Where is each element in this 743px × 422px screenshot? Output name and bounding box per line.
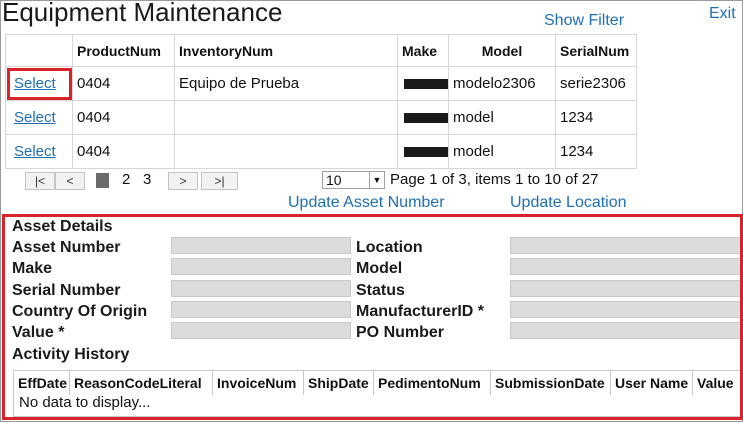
model-field[interactable] (510, 258, 740, 275)
page-size-select[interactable]: 10 ▼ (322, 171, 385, 189)
page-3-link[interactable]: 3 (143, 171, 151, 188)
make-redacted-bar (404, 147, 448, 158)
country-of-origin-field[interactable] (171, 301, 351, 318)
col-header-effdate[interactable]: EffDate (14, 371, 70, 395)
pager: |< < 1 2 3 > >| 10 ▼ Page 1 of 3, items … (5, 170, 638, 191)
location-label: Location (356, 239, 423, 256)
update-asset-number-link[interactable]: Update Asset Number (288, 194, 445, 212)
col-header-inventorynum[interactable]: InventoryNum (174, 34, 398, 67)
inventorynum-cell (174, 100, 398, 135)
make-redacted-bar (404, 79, 448, 90)
serialnum-cell: serie2306 (555, 66, 637, 101)
page-title: Equipment Maintenance (2, 0, 283, 27)
activity-history-heading: Activity History (12, 346, 130, 363)
no-data-message: No data to display... (19, 394, 151, 411)
serial-number-label: Serial Number (12, 282, 121, 299)
col-header-productnum[interactable]: ProductNum (72, 34, 175, 67)
serialnum-cell: 1234 (555, 100, 637, 135)
col-header-username[interactable]: User Name (611, 371, 693, 395)
status-field[interactable] (510, 280, 740, 297)
asset-details-heading: Asset Details (12, 218, 113, 235)
col-header-invoicenum[interactable]: InvoiceNum (213, 371, 304, 395)
po-number-field[interactable] (510, 322, 740, 339)
col-header-serialnum[interactable]: SerialNum (555, 34, 637, 67)
model-cell: model (448, 134, 556, 169)
model-cell: modelo2306 (448, 66, 556, 101)
update-location-link[interactable]: Update Location (510, 194, 627, 212)
country-of-origin-label: Country Of Origin (12, 303, 148, 320)
col-header-reasoncodeliteral[interactable]: ReasonCodeLiteral (70, 371, 213, 395)
asset-number-label: Asset Number (12, 239, 121, 256)
productnum-cell: 0404 (72, 66, 175, 101)
col-header-shipdate[interactable]: ShipDate (304, 371, 374, 395)
location-field[interactable] (510, 237, 740, 254)
manufacturer-id-field[interactable] (510, 301, 740, 318)
model-label: Model (356, 260, 403, 277)
select-link[interactable]: Select (14, 109, 56, 126)
inventorynum-cell (174, 134, 398, 169)
value-label: Value * (12, 324, 65, 341)
serialnum-cell: 1234 (555, 134, 637, 169)
pager-info: Page 1 of 3, items 1 to 10 of 27 (390, 171, 599, 188)
col-header-value[interactable]: Value (693, 371, 740, 395)
equipment-grid: ProductNum InventoryNum Make Model Seria… (5, 34, 637, 169)
select-cell: Select (5, 66, 73, 101)
manufacturer-id-label: ManufacturerID * (356, 303, 485, 320)
col-header-pedimentonum[interactable]: PedimentoNum (374, 371, 491, 395)
table-row: Select 0404 model 1234 (5, 100, 637, 135)
make-redacted-bar (404, 113, 448, 124)
first-page-button[interactable]: |< (25, 172, 55, 190)
exit-link[interactable]: Exit (709, 5, 736, 23)
select-cell: Select (5, 100, 73, 135)
col-header-submissiondate[interactable]: SubmissionDate (491, 371, 611, 395)
make-label: Make (12, 260, 53, 277)
show-filter-link[interactable]: Show Filter (544, 12, 624, 30)
col-header-select (5, 34, 73, 67)
value-field[interactable] (171, 322, 351, 339)
activity-history-header-row: EffDate ReasonCodeLiteral InvoiceNum Shi… (14, 371, 740, 395)
make-field[interactable] (171, 258, 351, 275)
activity-history-grid: EffDate ReasonCodeLiteral InvoiceNum Shi… (13, 370, 740, 417)
serial-number-field[interactable] (171, 280, 351, 297)
next-page-button[interactable]: > (168, 172, 198, 190)
asset-details-panel: Asset Details Asset Number Location Make… (2, 214, 743, 420)
current-page-number: 1 (96, 173, 109, 190)
chevron-down-icon[interactable]: ▼ (369, 172, 384, 188)
make-cell (397, 100, 449, 135)
table-row: Select 0404 Equipo de Prueba modelo2306 … (5, 66, 637, 101)
table-row: Select 0404 model 1234 (5, 134, 637, 169)
prev-page-button[interactable]: < (55, 172, 85, 190)
productnum-cell: 0404 (72, 100, 175, 135)
asset-number-field[interactable] (171, 237, 351, 254)
model-cell: model (448, 100, 556, 135)
productnum-cell: 0404 (72, 134, 175, 169)
col-header-model[interactable]: Model (448, 34, 556, 67)
status-label: Status (356, 282, 405, 299)
make-cell (397, 134, 449, 169)
select-link[interactable]: Select (14, 143, 56, 160)
make-cell (397, 66, 449, 101)
last-page-button[interactable]: >| (201, 172, 238, 190)
select-link[interactable]: Select (14, 75, 56, 92)
select-cell: Select (5, 134, 73, 169)
page-2-link[interactable]: 2 (122, 171, 130, 188)
page-size-value: 10 (326, 172, 342, 188)
grid-header-row: ProductNum InventoryNum Make Model Seria… (5, 34, 637, 67)
col-header-make[interactable]: Make (397, 34, 449, 67)
inventorynum-cell: Equipo de Prueba (174, 66, 398, 101)
po-number-label: PO Number (356, 324, 445, 341)
